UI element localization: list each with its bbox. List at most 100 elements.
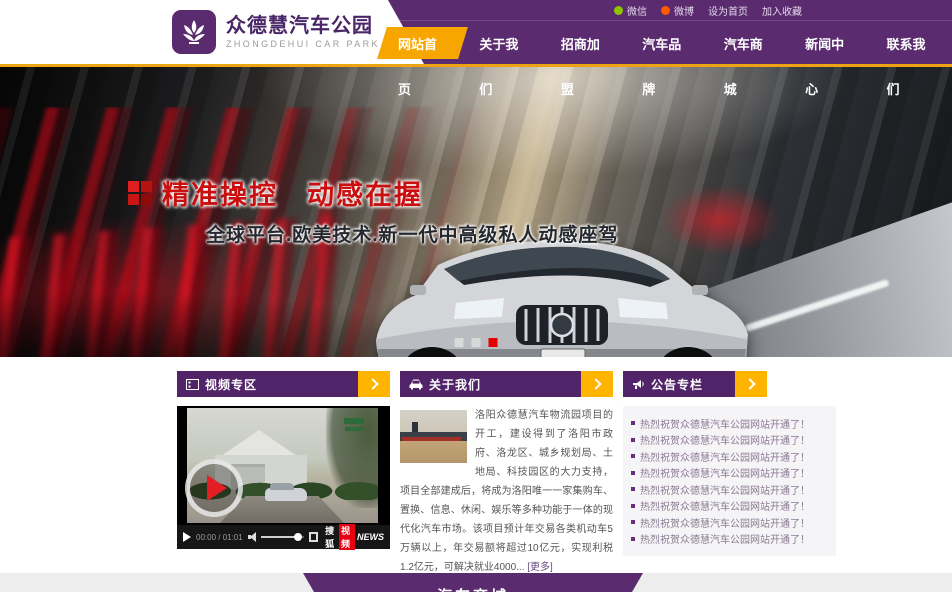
chevron-right-icon: [744, 378, 755, 389]
carousel-dot-1[interactable]: [455, 338, 464, 347]
notice-text: 热烈祝贺众德慧汽车公园网站开通了！: [640, 498, 810, 513]
video-icon: [186, 379, 199, 390]
fullscreen-icon[interactable]: [309, 532, 318, 542]
notice-panel: 公告专栏 热烈祝贺众德慧汽车公园网站开通了！ 热烈祝贺众德慧汽车公园网站开通了！…: [623, 371, 836, 577]
topbar-links: 微信 微博 设为首页 加入收藏: [614, 0, 802, 20]
bullet-icon: [631, 438, 635, 442]
video-panel: 视频专区: [177, 371, 390, 577]
play-control-icon[interactable]: [183, 532, 191, 542]
page: 微信 微博 设为首页 加入收藏: [0, 0, 952, 592]
bullet-icon: [631, 487, 635, 491]
nav-item-news[interactable]: 新闻中心: [789, 22, 870, 67]
bullet-icon: [631, 471, 635, 475]
about-panel-title: 关于我们: [429, 376, 481, 393]
megaphone-icon: [632, 379, 645, 390]
notice-item[interactable]: 热烈祝贺众德慧汽车公园网站开通了！: [631, 415, 828, 432]
notice-item[interactable]: 热烈祝贺众德慧汽车公园网站开通了！: [631, 448, 828, 465]
volume-slider[interactable]: [261, 536, 304, 538]
bullet-icon: [631, 504, 635, 508]
notice-text: 热烈祝贺众德慧汽车公园网站开通了！: [640, 482, 810, 497]
notice-more-button[interactable]: [735, 371, 767, 397]
footer-strip: 汽车商城: [0, 573, 952, 592]
red-squares-icon: [128, 181, 152, 205]
carousel-dot-2[interactable]: [472, 338, 481, 347]
chevron-right-icon: [367, 378, 378, 389]
add-favorite-label: 加入收藏: [762, 3, 802, 18]
nav-item-mall[interactable]: 汽车商城: [708, 22, 789, 67]
notice-list: 热烈祝贺众德慧汽车公园网站开通了！ 热烈祝贺众德慧汽车公园网站开通了！ 热烈祝贺…: [631, 415, 828, 547]
about-panel-header: 关于我们: [400, 371, 613, 397]
notice-text: 热烈祝贺众德慧汽车公园网站开通了！: [640, 515, 810, 530]
sohu-label: 搜狐: [325, 524, 337, 550]
footer-trapezoid: 汽车商城: [303, 573, 643, 592]
play-icon: [207, 475, 227, 501]
nav-item-join[interactable]: 招商加盟: [545, 22, 626, 67]
notice-text: 热烈祝贺众德慧汽车公园网站开通了！: [640, 449, 810, 464]
notice-panel-header: 公告专栏: [623, 371, 836, 397]
wechat-icon: [614, 6, 623, 15]
weibo-label: 微博: [674, 3, 694, 18]
about-body: 洛阳众德慧汽车物流园项目的开工，建设得到了洛阳市政府、洛龙区、城乡规划局、土地局…: [400, 406, 613, 577]
notice-text: 热烈祝贺众德慧汽车公园网站开通了！: [640, 432, 810, 447]
nav-item-home[interactable]: 网站首页: [382, 22, 463, 67]
hero-copy: 精准操控 动感在握 全球平台.欧美技术.新一代中高级私人动感座驾: [128, 173, 619, 247]
volume-icon[interactable]: [248, 532, 256, 542]
video-panel-header: 视频专区: [177, 371, 390, 397]
site-name: 众德慧汽车公园: [226, 14, 380, 38]
logo-lotus-icon: [172, 10, 216, 54]
notice-item[interactable]: 热烈祝贺众德慧汽车公园网站开通了！: [631, 531, 828, 548]
set-home-link[interactable]: 设为首页: [708, 3, 748, 18]
bullet-icon: [631, 520, 635, 524]
weibo-icon: [661, 6, 670, 15]
video-controls: 00:00 / 01:01 搜狐 视频 NEWS: [177, 525, 390, 549]
site-name-en: ZHONGDEHUI CAR PARK: [226, 38, 380, 50]
video-time: 00:00 / 01:01: [196, 533, 243, 542]
nav-item-brands[interactable]: 汽车品牌: [626, 22, 707, 67]
nav-item-about[interactable]: 关于我们: [463, 22, 544, 67]
logo[interactable]: 众德慧汽车公园 ZHONGDEHUI CAR PARK: [172, 10, 380, 54]
add-favorite-link[interactable]: 加入收藏: [762, 3, 802, 18]
red-banner-art: [402, 437, 461, 441]
notice-item[interactable]: 热烈祝贺众德慧汽车公园网站开通了！: [631, 481, 828, 498]
wechat-label: 微信: [627, 3, 647, 18]
notice-box: 热烈祝贺众德慧汽车公园网站开通了！ 热烈祝贺众德慧汽车公园网站开通了！ 热烈祝贺…: [623, 406, 836, 556]
video-more-button[interactable]: [358, 371, 390, 397]
about-more-button[interactable]: [581, 371, 613, 397]
notice-item[interactable]: 热烈祝贺众德慧汽车公园网站开通了！: [631, 514, 828, 531]
notice-text: 热烈祝贺众德慧汽车公园网站开通了！: [640, 465, 810, 480]
video-player[interactable]: 00:00 / 01:01 搜狐 视频 NEWS: [177, 406, 390, 549]
notice-item[interactable]: 热烈祝贺众德慧汽车公园网站开通了！: [631, 498, 828, 515]
hero-title: 精准操控 动感在握: [162, 173, 423, 212]
bullet-icon: [631, 421, 635, 425]
street-sign-art: [344, 418, 364, 424]
play-button[interactable]: [185, 459, 243, 517]
notice-panel-title: 公告专栏: [651, 376, 703, 393]
house-roof-art: [221, 430, 297, 456]
set-home-label: 设为首页: [708, 3, 748, 18]
notice-item[interactable]: 热烈祝贺众德慧汽车公园网站开通了！: [631, 465, 828, 482]
chevron-right-icon: [590, 378, 601, 389]
notice-text: 热烈祝贺众德慧汽车公园网站开通了！: [640, 531, 810, 546]
video-panel-title: 视频专区: [205, 376, 257, 393]
bullet-icon: [631, 454, 635, 458]
carousel-dots: [455, 338, 498, 347]
about-panel: 关于我们 洛阳众德慧汽车物流园项目的开工，建设得到了洛阳市政府、洛龙区、城乡规划…: [400, 371, 613, 577]
main-nav: 网站首页 关于我们 招商加盟 汽车品牌 汽车商城 新闻中心 联系我们: [382, 22, 952, 67]
carousel-dot-3-active[interactable]: [489, 338, 498, 347]
hero-banner: 精准操控 动感在握 全球平台.欧美技术.新一代中高级私人动感座驾: [0, 67, 952, 357]
content-section: 视频专区: [0, 357, 952, 570]
footer-section-title: 汽车商城: [303, 585, 643, 592]
bullet-icon: [631, 537, 635, 541]
car-art: [265, 488, 307, 501]
wechat-link[interactable]: 微信: [614, 3, 647, 18]
about-photo: [400, 410, 467, 463]
shipin-label: 视频: [339, 524, 355, 550]
header: 微信 微博 设为首页 加入收藏: [0, 0, 952, 67]
more-link[interactable]: [更多]: [527, 562, 553, 573]
notice-item[interactable]: 热烈祝贺众德慧汽车公园网站开通了！: [631, 432, 828, 449]
logo-text: 众德慧汽车公园 ZHONGDEHUI CAR PARK: [226, 14, 380, 50]
nav-item-contact[interactable]: 联系我们: [871, 22, 952, 67]
news-label: NEWS: [357, 532, 384, 542]
weibo-link[interactable]: 微博: [661, 3, 694, 18]
hero-subtitle: 全球平台.欧美技术.新一代中高级私人动感座驾: [206, 220, 619, 247]
